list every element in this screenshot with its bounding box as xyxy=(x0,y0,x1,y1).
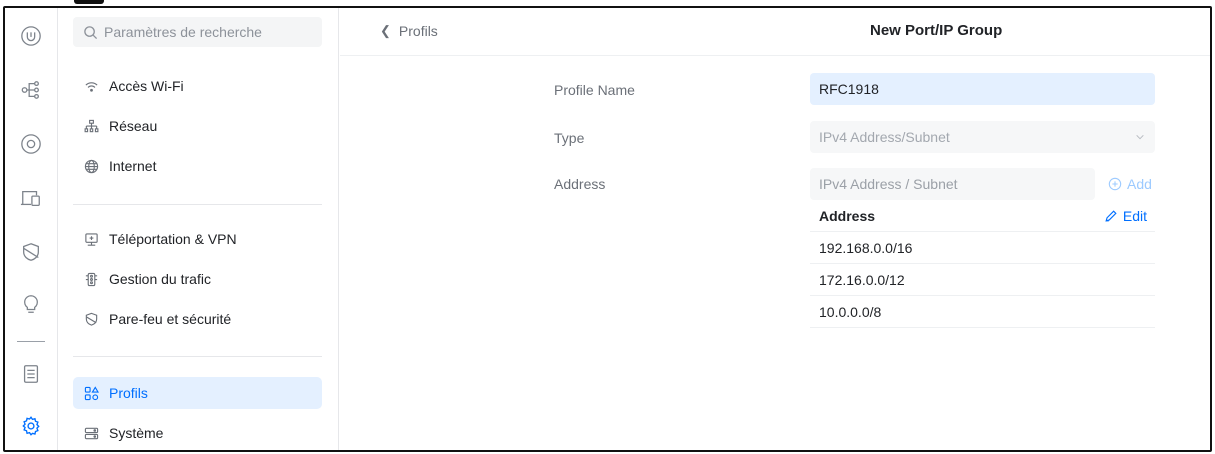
sidebar-item-profiles[interactable]: Profils xyxy=(73,377,322,409)
sidebar-item-label: Téléportation & VPN xyxy=(109,231,237,247)
sidebar-item-label: Gestion du trafic xyxy=(109,271,211,287)
globe-icon xyxy=(83,158,99,174)
edit-label: Edit xyxy=(1122,207,1147,224)
address-input[interactable] xyxy=(819,176,1079,192)
network-icon xyxy=(83,118,99,134)
address-column-header: Address xyxy=(819,207,876,224)
address-cell: 10.0.0.0/8 xyxy=(819,303,882,320)
add-label: Add xyxy=(1127,176,1152,192)
chevron-down-icon xyxy=(1136,134,1144,140)
address-cell: 192.168.0.0/16 xyxy=(819,239,913,256)
plus-circle-icon xyxy=(1108,177,1122,191)
sidebar-divider xyxy=(73,204,322,205)
top-fragment xyxy=(74,0,104,4)
shield-icon xyxy=(83,311,99,327)
topology-icon[interactable] xyxy=(19,78,43,102)
ubiquiti-logo-icon[interactable] xyxy=(19,24,43,48)
insights-icon[interactable] xyxy=(19,292,43,316)
profile-name-label: Profile Name xyxy=(554,82,635,98)
vpn-icon xyxy=(83,231,99,247)
profiles-icon xyxy=(83,385,99,401)
system-log-icon[interactable] xyxy=(19,362,43,386)
add-button[interactable]: Add xyxy=(1108,176,1152,192)
traffic-icon xyxy=(83,271,99,287)
sidebar-item-system[interactable]: Système xyxy=(73,417,322,449)
sidebar-item-wifi[interactable]: Accès Wi-Fi xyxy=(73,70,322,102)
address-label: Address xyxy=(554,176,606,192)
address-table-header: Address Edit xyxy=(810,200,1155,232)
rail-divider xyxy=(17,341,45,342)
page-title: New Port/IP Group xyxy=(870,22,1003,39)
settings-sidebar: Accès Wi-Fi Réseau Internet Téléportatio… xyxy=(59,8,339,450)
table-row: 172.16.0.0/12 xyxy=(810,264,1155,296)
wifi-icon xyxy=(83,78,99,94)
sidebar-item-label: Accès Wi-Fi xyxy=(109,78,184,94)
sidebar-item-label: Pare-feu et sécurité xyxy=(109,311,232,327)
profile-name-field[interactable]: RFC1918 xyxy=(810,73,1155,105)
sidebar-item-internet[interactable]: Internet xyxy=(73,150,322,182)
sidebar-item-network[interactable]: Réseau xyxy=(73,110,322,142)
table-row: 192.168.0.0/16 xyxy=(810,232,1155,264)
address-cell: 172.16.0.0/12 xyxy=(819,271,905,288)
search-box[interactable] xyxy=(73,17,322,47)
table-row: 10.0.0.0/8 xyxy=(810,296,1155,328)
type-label: Type xyxy=(554,130,585,146)
sidebar-item-label: Système xyxy=(109,425,164,441)
sidebar-item-vpn[interactable]: Téléportation & VPN xyxy=(73,223,322,255)
search-input[interactable] xyxy=(104,24,304,40)
search-icon xyxy=(84,25,98,39)
address-input-box[interactable] xyxy=(810,168,1095,200)
client-devices-icon[interactable] xyxy=(19,186,43,210)
edit-button[interactable]: Edit xyxy=(1104,208,1147,224)
sidebar-item-firewall[interactable]: Pare-feu et sécurité xyxy=(73,303,322,335)
sidebar-item-traffic[interactable]: Gestion du trafic xyxy=(73,263,322,295)
settings-icon[interactable] xyxy=(19,414,43,438)
type-select[interactable]: IPv4 Address/Subnet xyxy=(810,121,1155,153)
profile-name-value: RFC1918 xyxy=(819,81,879,97)
page-header: ❮ Profils New Port/IP Group xyxy=(340,8,1210,56)
devices-icon[interactable] xyxy=(19,132,43,156)
sidebar-item-label: Réseau xyxy=(109,118,158,134)
back-link[interactable]: ❮ Profils xyxy=(380,23,438,39)
sidebar-item-label: Internet xyxy=(109,158,157,174)
main-panel: ❮ Profils New Port/IP Group Profile Name… xyxy=(340,8,1210,450)
icon-rail xyxy=(5,8,58,450)
type-value: IPv4 Address/Subnet xyxy=(819,129,950,145)
back-label: Profils xyxy=(398,23,438,39)
system-icon xyxy=(83,425,99,441)
chevron-left-icon: ❮ xyxy=(380,23,391,38)
sidebar-divider xyxy=(73,356,322,357)
top-strip xyxy=(0,0,1215,7)
app-window: Accès Wi-Fi Réseau Internet Téléportatio… xyxy=(0,0,1215,454)
pencil-icon xyxy=(1105,209,1117,222)
shield-icon[interactable] xyxy=(19,240,43,264)
sidebar-item-label: Profils xyxy=(109,385,148,401)
